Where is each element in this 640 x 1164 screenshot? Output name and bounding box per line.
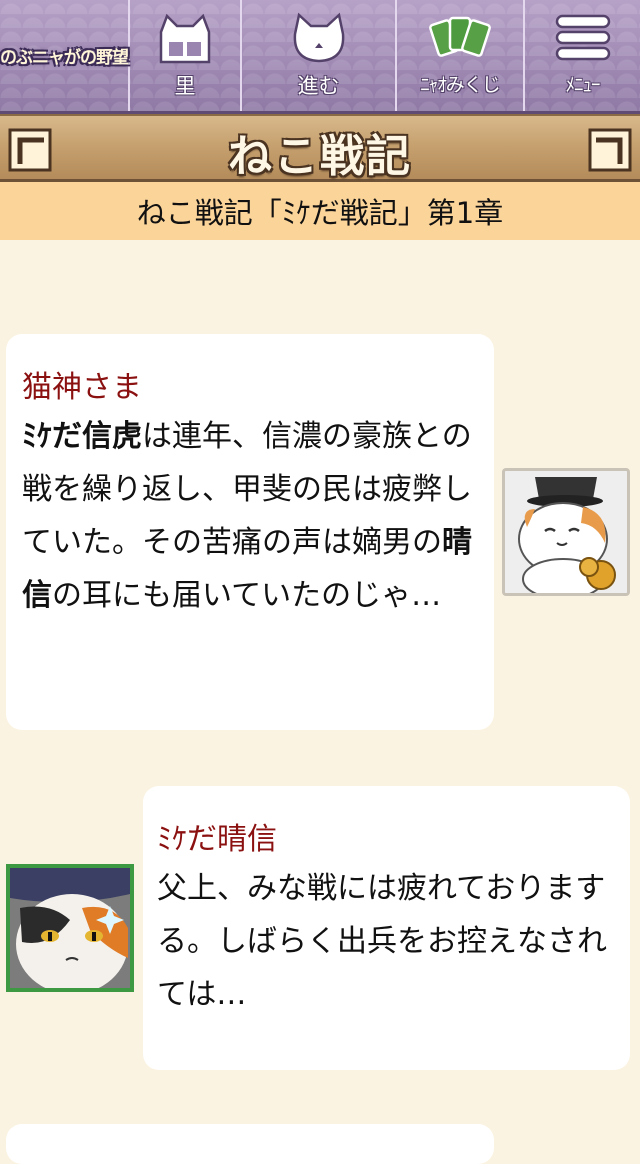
logo-text: のぶニャがの野望 bbox=[0, 48, 129, 68]
nav-menu-label: ﾒﾆｭｰ bbox=[565, 74, 600, 96]
game-logo[interactable]: のぶニャがの野望 bbox=[0, 0, 130, 111]
dialogue-bubble bbox=[6, 1124, 494, 1164]
nav-omikuji-label: ﾆｬｵみくじ bbox=[420, 74, 501, 96]
cat-monk-avatar bbox=[502, 468, 630, 596]
dialogue-text-segment: の耳にも届いていたのじゃ… bbox=[52, 578, 442, 613]
nav-village-label: 里 bbox=[174, 74, 196, 98]
dialogue-text: 父上、みな戦には疲れておりまする。しばらく出兵をお控えなされては… bbox=[157, 871, 607, 1012]
corner-ornament-icon bbox=[588, 128, 632, 172]
title-banner: ねこ戦記 bbox=[0, 114, 640, 182]
speaker-name: ﾐｹだ晴信 bbox=[157, 822, 277, 857]
calico-warrior-avatar bbox=[6, 864, 134, 992]
nav-advance-button[interactable]: 進む bbox=[242, 0, 397, 111]
nav-advance-label: 進む bbox=[297, 74, 340, 98]
cards-icon bbox=[429, 16, 491, 57]
speaker-name: 猫神さま bbox=[22, 370, 142, 405]
dialogue-text: ﾐｹだ信虎は連年、信濃の豪族との戦を繰り返し、甲斐の民は疲弊していた。その苦痛の… bbox=[22, 410, 476, 622]
nav-omikuji-button[interactable]: ﾆｬｵみくじ bbox=[397, 0, 525, 111]
dialogue-bubble: ﾐｹだ晴信 父上、みな戦には疲れておりまする。しばらく出兵をお控えなされては… bbox=[143, 786, 630, 1070]
nav-menu-button[interactable]: ﾒﾆｭｰ bbox=[525, 0, 640, 111]
house-cat-icon bbox=[159, 13, 211, 64]
cat-monk-avatar-image bbox=[505, 471, 627, 593]
emphasis-text: ﾐｹだ信虎 bbox=[22, 419, 142, 454]
menu-icon bbox=[555, 14, 610, 61]
page-title: ねこ戦記 bbox=[228, 131, 412, 182]
cat-face-icon bbox=[293, 12, 344, 63]
chapter-heading: ねこ戦記「ﾐｹだ戦記」第1章 bbox=[0, 182, 640, 240]
calico-warrior-avatar-image bbox=[10, 868, 130, 988]
top-nav-bar: のぶニャがの野望 里 進む ﾆｬｵみくじ ﾒﾆｭｰ bbox=[0, 0, 640, 114]
nav-village-button[interactable]: 里 bbox=[130, 0, 242, 111]
dialogue-bubble: 猫神さま ﾐｹだ信虎は連年、信濃の豪族との戦を繰り返し、甲斐の民は疲弊していた。… bbox=[6, 334, 494, 730]
